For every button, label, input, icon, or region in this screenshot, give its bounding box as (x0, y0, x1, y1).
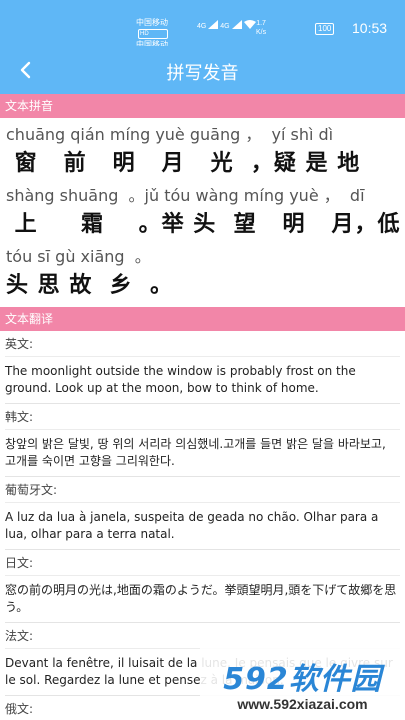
battery-icon: 100 (315, 23, 335, 35)
battery-level: 100 (318, 24, 332, 33)
status-bar: 中国移动HD 中国移动HD 4G 4G 1.7 K/s 100 10:53 (0, 0, 405, 61)
signal-label-2: 4G (220, 23, 230, 30)
translation-text: The moonlight outside the window is prob… (5, 364, 356, 395)
watermark-logo: 592软件园 (223, 654, 382, 698)
hanzi-line: 上 霜 。举 头 望 明 月，低 (6, 212, 401, 237)
title-bar: 拼写发音 (0, 46, 405, 94)
watermark-logo-number: 592 (223, 661, 289, 697)
translation-language: 英文: (5, 331, 400, 357)
pinyin-block: chuāng qián míng yuè guāng ， yí shì dì 窗… (0, 118, 405, 307)
translation-text: A luz da lua à janela, suspeita de geada… (5, 510, 379, 541)
network-speed: 1.7 K/s (256, 19, 266, 37)
translation-section-header: 文本翻译 (0, 307, 405, 331)
speed-value: 1.7 (256, 20, 266, 27)
hanzi-line: 头 思 故 乡 。 (6, 273, 173, 298)
translation-text: 窓の前の明月の光は,地面の霜のようだ。挙頭望明月,頭を下げて故郷を思う。 (5, 583, 397, 614)
translation-language: 日文: (5, 550, 400, 576)
clock: 10:53 (352, 20, 388, 36)
watermark-logo-text: 软件园 (288, 661, 382, 697)
hd-badge: HD (138, 29, 168, 39)
signal-label: 4G (197, 23, 207, 30)
translation-item-korean: 韩文: 창앞의 밝은 달빛, 땅 위의 서리라 의심했네.고개를 들면 밝은 달… (5, 404, 400, 477)
page-title: 拼写发音 (166, 63, 239, 84)
translation-language: 韩文: (5, 404, 400, 430)
translation-text: 창앞의 밝은 달빛, 땅 위의 서리라 의심했네.고개를 들면 밝은 달을 바라… (5, 437, 386, 468)
pinyin-section-header: 文本拼音 (0, 94, 405, 118)
pinyin-line: chuāng qián míng yuè guāng ， yí shì dì (6, 125, 334, 144)
pinyin-line: shàng shuāng 。jǔ tóu wàng míng yuè ， dī (6, 186, 365, 205)
site-watermark: 592软件园 www.592xiazai.com (200, 645, 405, 720)
watermark-url: www.592xiazai.com (237, 695, 368, 712)
translation-item-english: 英文: The moonlight outside the window is … (5, 331, 400, 404)
signal-icon: 4G 4G (197, 20, 256, 30)
pinyin-line: tóu sī gù xiāng 。 (6, 247, 151, 266)
translation-item-japanese: 日文: 窓の前の明月の光は,地面の霜のようだ。挙頭望明月,頭を下げて故郷を思う。 (5, 550, 400, 623)
wifi-icon (243, 20, 256, 29)
carrier-1: 中国移动 (136, 18, 168, 27)
speed-unit: K/s (256, 29, 267, 36)
translation-item-portuguese: 葡萄牙文: A luz da lua à janela, suspeita de… (5, 477, 400, 550)
translation-language: 葡萄牙文: (5, 477, 400, 503)
hanzi-line: 窗 前 明 月 光 ，疑 是 地 (6, 151, 361, 176)
